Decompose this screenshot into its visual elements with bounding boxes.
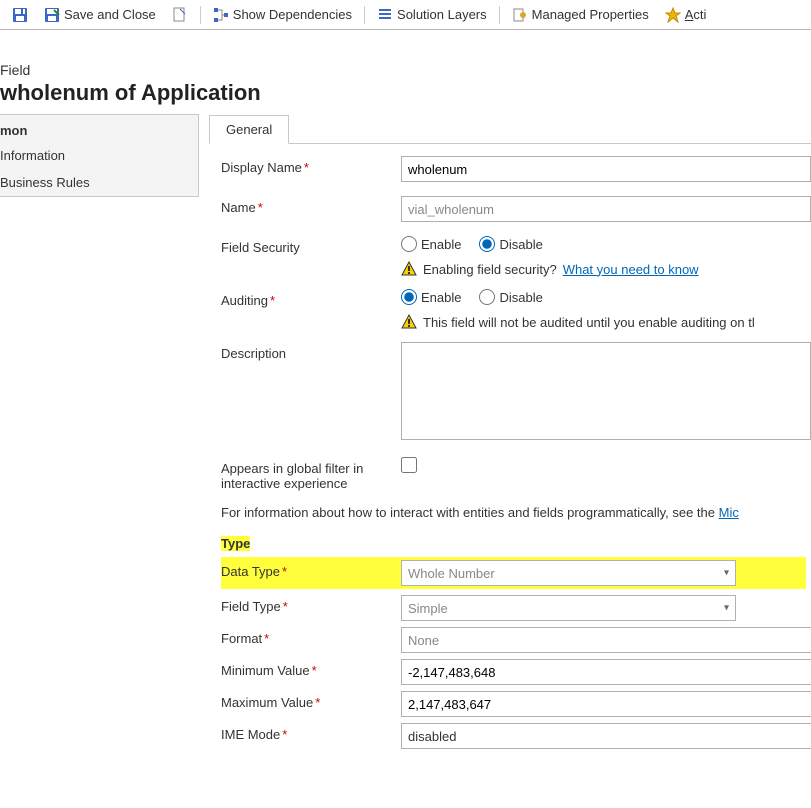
solution-layers-label: Solution Layers	[397, 7, 487, 22]
field-security-warning: Enabling field security? What you need t…	[401, 261, 811, 277]
sdk-info-link[interactable]: Mic	[719, 505, 739, 520]
save-and-close-label: Save and Close	[64, 7, 156, 22]
save-icon	[12, 7, 28, 23]
page-header: Field wholenum of Application	[0, 30, 811, 114]
tab-strip: General	[209, 114, 811, 144]
ime-mode-label: IME Mode*	[221, 723, 401, 742]
display-name-input[interactable]	[401, 156, 811, 182]
field-security-label: Field Security	[221, 236, 401, 255]
solution-layers-button[interactable]: Solution Layers	[371, 5, 493, 25]
global-filter-checkbox[interactable]	[401, 457, 417, 473]
field-security-help-link[interactable]: What you need to know	[563, 262, 699, 277]
actions-button[interactable]: Acti	[659, 5, 713, 25]
undo-button[interactable]	[166, 5, 194, 25]
chevron-down-icon: ▾	[724, 568, 729, 579]
page-title: wholenum of Application	[0, 80, 811, 106]
format-select[interactable]: None	[401, 627, 811, 653]
auditing-label: Auditing*	[221, 289, 401, 308]
chevron-down-icon: ▾	[724, 603, 729, 614]
field-type-label: Field Type*	[221, 595, 401, 614]
display-name-label: Display Name*	[221, 156, 401, 175]
warning-icon	[401, 261, 417, 277]
form-general: Display Name* Name* Field Security Enabl…	[209, 144, 811, 749]
properties-icon	[512, 7, 528, 23]
field-security-enable[interactable]: Enable	[401, 236, 461, 252]
global-filter-label: Appears in global filter in interactive …	[221, 457, 401, 491]
data-type-select[interactable]: Whole Number ▾	[401, 560, 736, 586]
description-input[interactable]	[401, 342, 811, 440]
save-and-close-button[interactable]: Save and Close	[38, 5, 162, 25]
field-security-disable[interactable]: Disable	[479, 236, 542, 252]
toolbar-separator	[364, 6, 365, 24]
layers-icon	[377, 7, 393, 23]
show-dependencies-label: Show Dependencies	[233, 7, 352, 22]
managed-properties-label: Managed Properties	[532, 7, 649, 22]
name-label: Name*	[221, 196, 401, 215]
name-input	[401, 196, 811, 222]
toolbar: Save and Close Show Dependencies Solutio…	[0, 0, 811, 30]
sidebar-item-information[interactable]: Information	[0, 142, 198, 169]
save-button-icon-only[interactable]	[6, 5, 34, 25]
side-nav-category: mon	[0, 115, 198, 142]
managed-properties-button[interactable]: Managed Properties	[506, 5, 655, 25]
tab-general[interactable]: General	[209, 115, 289, 144]
field-type-select[interactable]: Simple ▾	[401, 595, 736, 621]
save-close-icon	[44, 7, 60, 23]
dependencies-icon	[213, 7, 229, 23]
show-dependencies-button[interactable]: Show Dependencies	[207, 5, 358, 25]
max-value-label: Maximum Value*	[221, 691, 401, 710]
warning-icon	[401, 314, 417, 330]
toolbar-separator	[499, 6, 500, 24]
toolbar-separator	[200, 6, 201, 24]
max-value-input[interactable]	[401, 691, 811, 717]
sidebar-item-business-rules[interactable]: Business Rules	[0, 169, 198, 196]
data-type-label: Data Type*	[221, 560, 401, 579]
min-value-label: Minimum Value*	[221, 659, 401, 678]
min-value-input[interactable]	[401, 659, 811, 685]
auditing-disable[interactable]: Disable	[479, 289, 542, 305]
page-icon	[172, 7, 188, 23]
star-icon	[665, 7, 681, 23]
entity-kind: Field	[0, 62, 811, 78]
actions-label: Acti	[685, 7, 707, 22]
auditing-warning: This field will not be audited until you…	[401, 314, 811, 330]
auditing-enable[interactable]: Enable	[401, 289, 461, 305]
ime-mode-select[interactable]: disabled	[401, 723, 811, 749]
description-label: Description	[221, 342, 401, 361]
type-section-title: Type	[221, 536, 811, 551]
side-nav: mon Information Business Rules	[0, 114, 199, 197]
sdk-info-text: For information about how to interact wi…	[221, 505, 811, 520]
format-label: Format*	[221, 627, 401, 646]
